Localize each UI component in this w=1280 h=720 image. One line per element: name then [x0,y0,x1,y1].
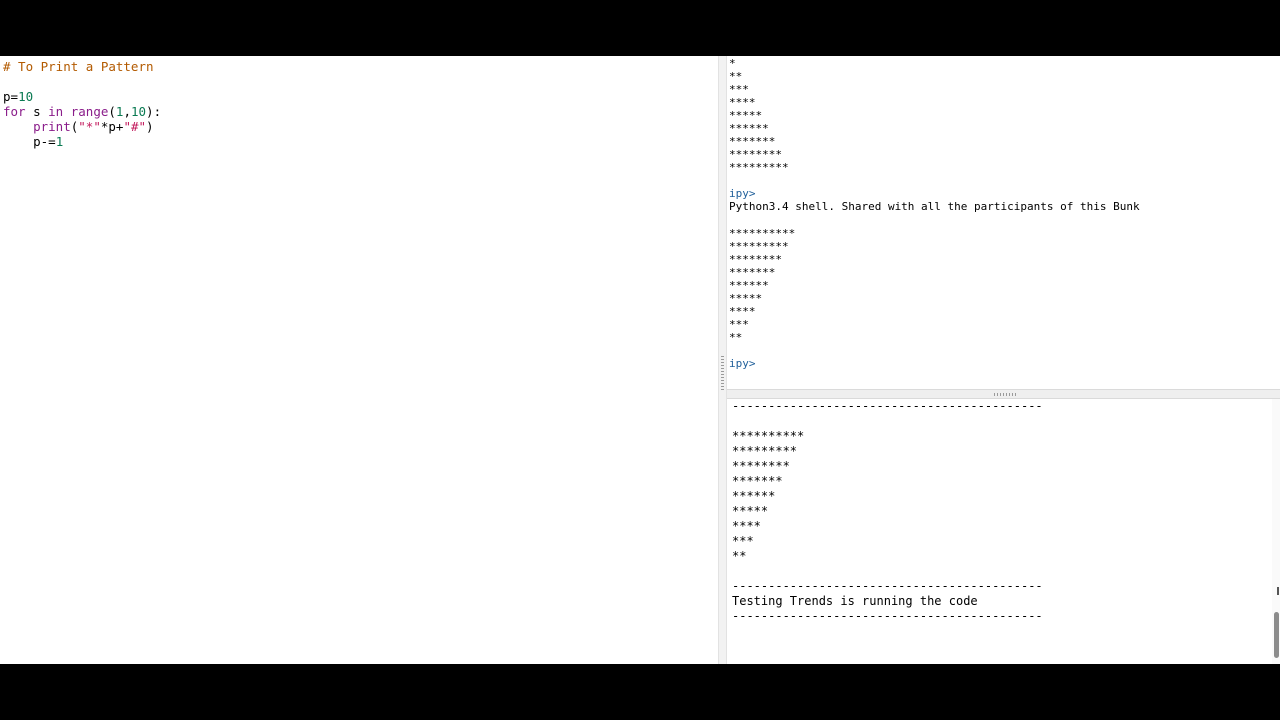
scrollbar-thumb[interactable] [1274,612,1279,658]
run-output-panel[interactable]: ----------------------------------------… [727,399,1280,664]
shell-output-line: ********* [729,161,789,174]
shell-output-line: ******* [729,135,776,148]
shell-info-text: Python3.4 shell. Shared with all the par… [729,200,1140,213]
shell-output-line: ******** [729,148,782,161]
range-open: ( [108,104,116,119]
output-scrollbar[interactable] [1272,399,1280,664]
splitter-grip-icon[interactable] [721,356,724,392]
shell-output-line: ***** [729,292,763,305]
code-line-decrement: p-=1 [3,134,63,149]
shell-output-line: **** [729,96,756,109]
print-string-star: "*" [78,119,101,134]
shell-output-line: ****** [729,122,769,135]
code-editor[interactable]: # To Print a Pattern p=10 for s in range… [0,56,718,664]
shell-output-line: ** [729,331,743,344]
print-close: ) [146,119,154,134]
shell-output-line: ***** [729,109,763,122]
range-comma: , [123,104,131,119]
print-function: print [33,119,71,134]
decrement-value: 1 [55,134,64,149]
shell-output-line: ** [729,70,743,83]
shell-output-line: ******* [729,266,776,279]
shell-output-line: **** [729,305,756,318]
python-shell[interactable]: * ** *** **** ***** ****** ******* *****… [727,56,1280,389]
output-line: ******** [732,459,790,473]
code-comment: # To Print a Pattern [3,59,154,74]
shell-input-prompt[interactable]: ipy> [729,357,756,370]
output-line: *** [732,534,754,548]
shell-output-line: ********* [729,240,789,253]
output-line: ********** [732,429,805,443]
horizontal-splitter[interactable] [727,389,1280,399]
code-line-comment: # To Print a Pattern [3,59,154,74]
shell-output-line: *** [729,83,749,96]
range-function: range [70,104,109,119]
output-separator: ----------------------------------------… [732,609,1043,623]
vertical-splitter[interactable] [718,56,727,664]
output-line: ***** [732,504,769,518]
range-close: ): [146,104,162,119]
in-keyword: in [48,104,64,119]
print-string-hash: "#" [123,119,147,134]
output-separator: ----------------------------------------… [732,399,1043,413]
output-separator: ----------------------------------------… [732,579,1043,593]
code-line-print: print("*"*p+"#") [3,119,154,134]
output-status-text: Testing Trends is running the code [732,594,978,608]
assign-value: 10 [18,89,34,104]
shell-output-line: ******** [729,253,782,266]
code-line-for: for s in range(1,10): [3,104,161,119]
output-line: ** [732,549,747,563]
output-line: **** [732,519,761,533]
shell-output-line: *** [729,318,749,331]
output-line: ******* [732,474,783,488]
shell-output-line: ********** [729,227,796,240]
shell-output-line: ****** [729,279,769,292]
for-keyword: for [3,104,26,119]
output-line: ****** [732,489,776,503]
print-expr: *p+ [100,119,124,134]
splitter-grip-icon[interactable] [994,393,1016,396]
assign-name: p= [3,89,19,104]
decrement-name: p-= [33,134,56,149]
shell-output-line: * [729,57,736,70]
loop-var: s [25,104,49,119]
code-line-assign: p=10 [3,89,33,104]
shell-prompt: ipy> [729,187,756,200]
range-arg-end: 10 [130,104,147,119]
scroll-marker-icon [1277,587,1279,595]
output-line: ********* [732,444,798,458]
screen: # To Print a Pattern p=10 for s in range… [0,56,1280,664]
